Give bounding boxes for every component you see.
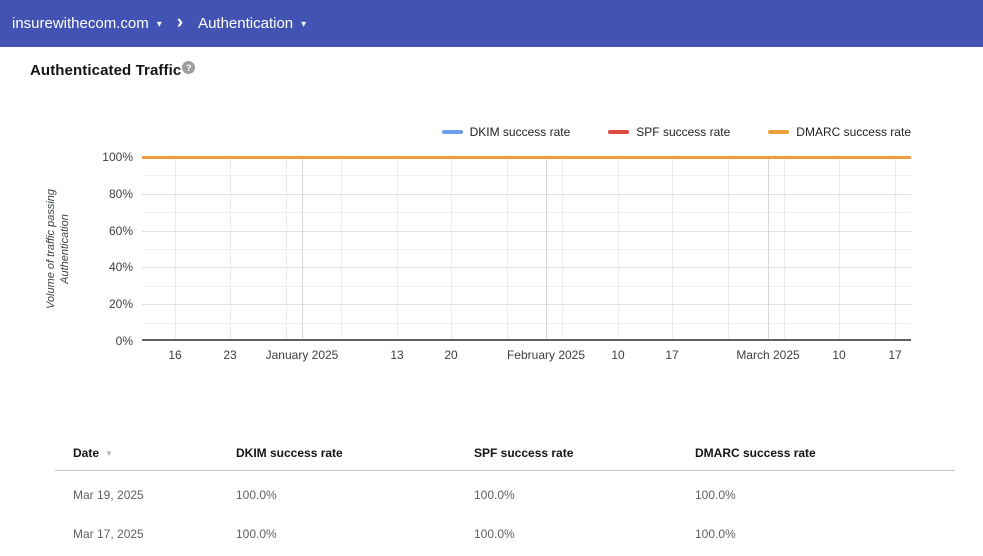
domain-selector[interactable]: insurewithecom.com ▾ <box>12 15 162 32</box>
legend-item: DKIM success rate <box>441 125 571 139</box>
y-axis-tick-label: 60% <box>108 223 133 238</box>
vertical-gridline-week <box>175 157 176 339</box>
x-axis-tick-label-month: January 2025 <box>265 348 339 362</box>
table-header-cell: DMARC success rate <box>695 446 816 460</box>
y-axis-tick-label: 20% <box>108 297 133 312</box>
vertical-gridline-week <box>286 157 287 339</box>
caret-down-icon: ▾ <box>301 18 307 30</box>
table-cell: 100.0% <box>695 527 736 541</box>
domain-selector-label: insurewithecom.com <box>12 15 149 32</box>
table-row: Mar 19, 2025 100.0% 100.0% 100.0% <box>55 488 955 504</box>
caret-down-icon: ▾ <box>156 18 162 30</box>
vertical-gridline-week <box>895 157 896 339</box>
table-cell: Mar 19, 2025 <box>73 488 144 502</box>
table-cell: 100.0% <box>236 527 277 541</box>
table-cell: 100.0% <box>474 527 515 541</box>
x-axis-tick-label-month: March 2025 <box>736 348 800 362</box>
table-header-cell: SPF success rate <box>474 446 574 460</box>
table-row: Mar 17, 2025 100.0% 100.0% 100.0% <box>55 527 955 543</box>
chevron-right-icon: › <box>176 11 184 33</box>
x-axis-tick-label-week: 20 <box>444 348 458 362</box>
table-header-cell[interactable]: Date ▼ <box>73 446 113 460</box>
x-axis-tick-label-week: 17 <box>665 348 679 362</box>
y-axis-ticks: 100% 80% 60% 40% 20% 0% <box>60 150 133 348</box>
page-title-row: Authenticated Traffic ? <box>30 61 196 79</box>
x-axis-ticks: 16 23 January 2025 13 20 February 2025 10 17 Mar… <box>142 348 911 364</box>
vertical-gridline-week <box>397 157 398 339</box>
horizontal-gridline <box>142 193 911 195</box>
vertical-gridline-month <box>302 157 303 339</box>
legend-swatch <box>608 130 630 134</box>
legend-label: DMARC success rate <box>796 125 911 139</box>
table-cell: Mar 17, 2025 <box>73 527 144 541</box>
vertical-gridline-month <box>768 157 769 339</box>
vertical-gridline-week <box>230 157 231 339</box>
section-selector[interactable]: Authentication ▾ <box>198 15 306 32</box>
y-axis-tick-label: 80% <box>108 186 133 201</box>
horizontal-gridline <box>142 267 911 269</box>
table-header-cell: DKIM success rate <box>236 446 343 460</box>
horizontal-gridline <box>142 175 911 177</box>
legend-label: SPF success rate <box>636 125 731 139</box>
vertical-gridline-week <box>451 157 452 339</box>
series-line-dmarc <box>142 155 911 159</box>
table-cell: 100.0% <box>236 488 277 502</box>
vertical-gridline-week <box>341 157 342 339</box>
table-header-divider <box>55 470 955 471</box>
vertical-gridline-month <box>546 157 547 339</box>
sort-desc-icon: ▼ <box>105 449 113 458</box>
section-selector-label: Authentication <box>198 15 294 32</box>
vertical-gridline-week <box>672 157 673 339</box>
legend-swatch <box>441 130 463 134</box>
y-axis-tick-label: 0% <box>115 334 133 348</box>
x-axis-tick-label-week: 17 <box>888 348 902 362</box>
horizontal-gridline <box>142 230 911 232</box>
horizontal-gridline <box>142 322 911 324</box>
table-header-row: Date ▼ DKIM success rate SPF success rate DM… <box>55 446 955 462</box>
y-axis-tick-label: 40% <box>108 260 133 275</box>
y-axis-tick-label: 100% <box>102 150 133 164</box>
legend-item: SPF success rate <box>608 125 730 139</box>
vertical-gridline-week <box>784 157 785 339</box>
table-cell: 100.0% <box>474 488 515 502</box>
app-header: insurewithecom.com ▾ › Authentication ▾ <box>0 0 983 47</box>
x-axis-tick-label-week: 13 <box>390 348 404 362</box>
page-title: Authenticated Traffic <box>30 62 182 79</box>
chart-legend: DKIM success rate SPF success rate DMARC s… <box>142 124 911 140</box>
vertical-gridline-week <box>618 157 619 339</box>
x-axis-tick-label-week: 16 <box>168 348 182 362</box>
vertical-gridline-week <box>507 157 508 339</box>
horizontal-gridline <box>142 285 911 287</box>
chart-plot-area <box>142 155 911 341</box>
x-axis-tick-label-week: 10 <box>832 348 846 362</box>
auth-results-table: Date ▼ DKIM success rate SPF success rate DM… <box>55 438 955 553</box>
legend-label: DKIM success rate <box>469 125 571 139</box>
horizontal-gridline <box>142 212 911 214</box>
horizontal-gridline <box>142 304 911 306</box>
vertical-gridline-week <box>839 157 840 339</box>
horizontal-gridline <box>142 249 911 250</box>
x-axis-tick-label-month: February 2025 <box>506 348 586 362</box>
x-axis-tick-label-week: 23 <box>223 348 237 362</box>
help-icon[interactable]: ? <box>182 61 196 74</box>
table-cell: 100.0% <box>695 488 736 502</box>
x-axis-tick-label-week: 10 <box>611 348 625 362</box>
vertical-gridline-week <box>728 157 729 339</box>
vertical-gridline-week <box>562 157 563 339</box>
postmaster-tools-page: insurewithecom.com ▾ › Authentication ▾ … <box>0 0 983 556</box>
legend-item: DMARC success rate <box>768 125 911 139</box>
legend-swatch <box>768 130 790 134</box>
